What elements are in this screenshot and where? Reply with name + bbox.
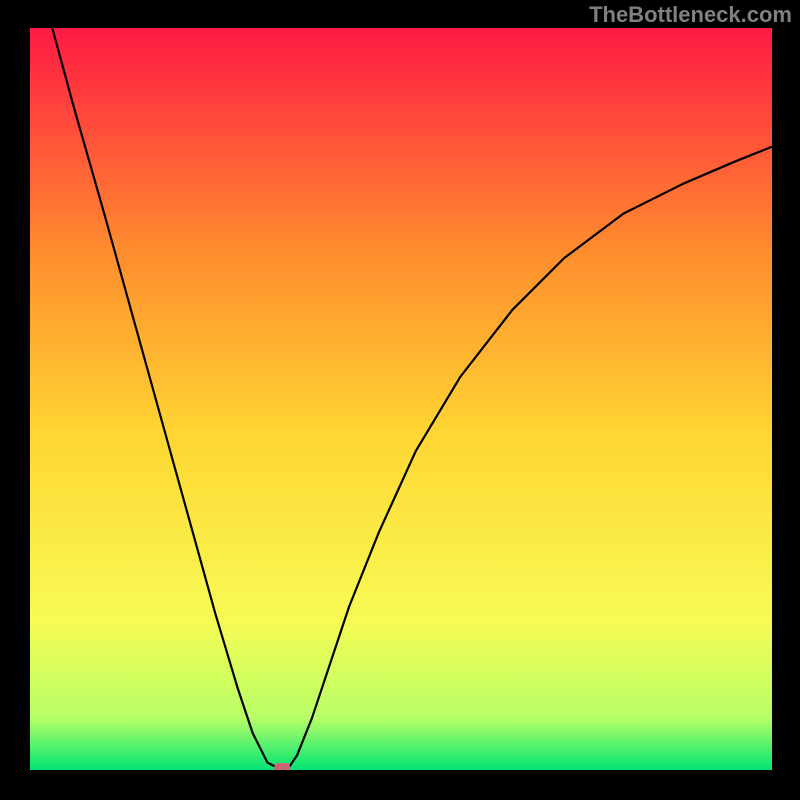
watermark-text: TheBottleneck.com (589, 2, 792, 28)
gradient-background (30, 28, 772, 770)
bottleneck-chart (30, 28, 772, 770)
chart-frame: TheBottleneck.com (0, 0, 800, 800)
bottleneck-curve-line (52, 28, 772, 770)
minimum-marker (274, 763, 290, 770)
